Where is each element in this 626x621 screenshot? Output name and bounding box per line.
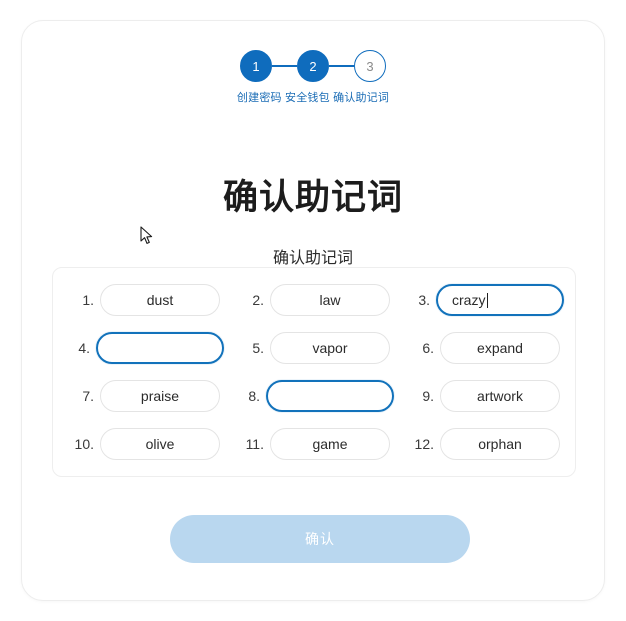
step-number-1: 1 [252,58,260,74]
step-number-3: 3 [366,58,374,74]
mnemonic-panel: 1. dust 2. law 3. crazy 4. 5. vapor 6. e… [52,267,576,477]
mnemonic-cell-6: 6. expand [399,332,569,364]
mnemonic-value-11: game [312,436,348,452]
mnemonic-input-7[interactable]: praise [100,380,220,412]
mnemonic-input-11[interactable]: game [270,428,390,460]
step-connector-1-2 [272,65,297,67]
mnemonic-cell-11: 11. game [229,428,399,460]
page-subtitle: 确认助记词 [272,250,353,267]
confirm-button[interactable]: 确认 [170,515,470,563]
mnemonic-input-8[interactable] [266,380,394,412]
wallet-setup-card: 1 2 3 创建密码 安全钱包 确认助记词 确认助记词 确认助记词 1. dus… [21,20,605,601]
mnemonic-value-1: dust [146,292,174,308]
step-circle-3[interactable]: 3 [354,50,386,82]
setup-stepper: 1 2 3 创建密码 安全钱包 确认助记词 [22,50,604,106]
step-circle-1[interactable]: 1 [240,50,272,82]
mnemonic-input-12[interactable]: orphan [440,428,560,460]
mnemonic-input-4[interactable] [96,332,224,364]
mnemonic-value-6: expand [477,340,523,356]
mnemonic-input-10[interactable]: olive [100,428,220,460]
step-circle-2[interactable]: 2 [297,50,329,82]
mnemonic-value-9: artwork [477,388,523,404]
mnemonic-input-2[interactable]: law [270,284,390,316]
mnemonic-input-6[interactable]: expand [440,332,560,364]
mnemonic-index-7: 7. [82,388,94,404]
mnemonic-value-2: law [319,292,341,308]
mnemonic-cell-4: 4. [59,332,229,364]
mnemonic-value-7: praise [140,388,180,404]
mnemonic-input-5[interactable]: vapor [270,332,390,364]
mnemonic-index-3: 3. [418,292,430,308]
mnemonic-input-3[interactable]: crazy [436,284,564,316]
stepper-label-3: 确认助记词 [333,92,390,104]
mnemonic-cell-12: 12. orphan [399,428,569,460]
mnemonic-index-5: 5. [252,340,264,356]
step-number-2: 2 [309,58,317,74]
mnemonic-cell-8: 8. [229,380,399,412]
mnemonic-index-4: 4. [78,340,90,356]
mnemonic-index-12: 12. [414,436,434,452]
step-connector-2-3 [329,65,354,67]
mnemonic-index-1: 1. [82,292,94,308]
mnemonic-cell-7: 7. praise [59,380,229,412]
stepper-label-2: 安全钱包 [285,92,330,104]
mnemonic-grid: 1. dust 2. law 3. crazy 4. 5. vapor 6. e… [59,284,569,460]
mnemonic-input-1[interactable]: dust [100,284,220,316]
mnemonic-cell-2: 2. law [229,284,399,316]
mnemonic-index-8: 8. [248,388,260,404]
stepper-label-1: 创建密码 [236,92,282,104]
stepper-circles: 1 2 3 [240,50,386,82]
mnemonic-cell-10: 10. olive [59,428,229,460]
mnemonic-index-10: 10. [74,436,94,452]
mnemonic-index-6: 6. [422,340,434,356]
mnemonic-index-2: 2. [252,292,264,308]
mnemonic-cell-5: 5. vapor [229,332,399,364]
stepper-labels: 创建密码 安全钱包 确认助记词 [229,91,397,106]
mnemonic-cell-9: 9. artwork [399,380,569,412]
mnemonic-input-9[interactable]: artwork [440,380,560,412]
mnemonic-value-3: crazy [452,292,486,308]
mnemonic-cell-1: 1. dust [59,284,229,316]
mnemonic-value-10: olive [145,436,175,452]
page-title: 确认助记词 [222,178,403,217]
mnemonic-index-11: 11. [245,436,264,452]
mnemonic-index-9: 9. [422,388,434,404]
text-caret [487,292,489,308]
mnemonic-cell-3: 3. crazy [399,284,569,316]
mnemonic-value-12: orphan [478,436,522,452]
mnemonic-value-5: vapor [312,340,348,356]
